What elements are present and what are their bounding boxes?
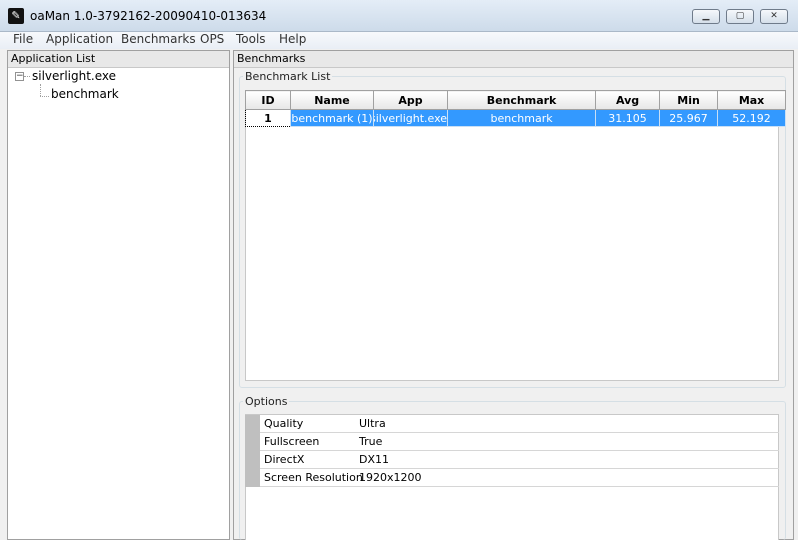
cell-name[interactable]: benchmark (1) xyxy=(290,109,374,127)
column-header-app[interactable]: App xyxy=(372,90,449,110)
row-gutter xyxy=(245,433,260,451)
table-row[interactable]: 1 benchmark (1) silverlight.exe benchmar… xyxy=(245,109,787,127)
cell-app[interactable]: silverlight.exe xyxy=(372,109,449,127)
column-header-max[interactable]: Max xyxy=(717,90,787,110)
option-value[interactable]: 1920x1200 xyxy=(359,471,422,484)
cell-min[interactable]: 25.967 xyxy=(659,109,719,127)
option-value[interactable]: True xyxy=(359,435,382,448)
title-bar: ✎ oaMan 1.0-3792162-20090410-013634 ▁ ▢ … xyxy=(0,0,798,32)
application-list-pane: Application List xyxy=(7,50,230,540)
menu-bar: File Application Benchmarks OPS Tools He… xyxy=(0,32,798,49)
minimize-icon: ▁ xyxy=(702,11,710,21)
column-header-benchmark[interactable]: Benchmark xyxy=(447,90,597,110)
benchmarks-header: Benchmarks xyxy=(234,51,793,68)
tree-connector xyxy=(40,96,49,97)
close-button[interactable]: ✕ xyxy=(760,9,788,24)
application-list-header: Application List xyxy=(8,51,229,68)
option-row-screen-resolution[interactable]: Screen Resolution 1920x1200 xyxy=(245,469,779,487)
menu-benchmarks[interactable]: Benchmarks xyxy=(121,32,196,49)
tree-connector xyxy=(24,76,30,77)
menu-file[interactable]: File xyxy=(13,32,33,49)
app-icon[interactable]: ✎ xyxy=(8,8,24,24)
row-gutter xyxy=(245,415,260,433)
collapse-icon[interactable]: − xyxy=(15,72,24,81)
cell-max[interactable]: 52.192 xyxy=(717,109,787,127)
tree-connector xyxy=(40,84,41,96)
window-title: oaMan 1.0-3792162-20090410-013634 xyxy=(30,9,267,23)
option-name: Screen Resolution xyxy=(264,471,363,484)
benchmark-table-header: ID Name App Benchmark Avg Min Max xyxy=(245,90,787,110)
benchmark-table: ID Name App Benchmark Avg Min Max 1 benc… xyxy=(245,90,787,127)
tree-node-silverlight[interactable]: silverlight.exe xyxy=(32,69,116,83)
menu-application[interactable]: Application xyxy=(46,32,113,49)
options-label: Options xyxy=(243,395,290,408)
option-value[interactable]: Ultra xyxy=(359,417,386,430)
menu-tools[interactable]: Tools xyxy=(236,32,266,49)
cell-avg[interactable]: 31.105 xyxy=(595,109,661,127)
column-header-min[interactable]: Min xyxy=(659,90,719,110)
row-gutter xyxy=(245,469,260,487)
column-header-avg[interactable]: Avg xyxy=(595,90,661,110)
maximize-button[interactable]: ▢ xyxy=(726,9,754,24)
option-name: Quality xyxy=(264,417,304,430)
close-icon: ✕ xyxy=(770,11,778,21)
benchmark-list-label: Benchmark List xyxy=(243,70,333,83)
row-gutter xyxy=(245,451,260,469)
option-row-quality[interactable]: Quality Ultra xyxy=(245,415,779,433)
cell-benchmark[interactable]: benchmark xyxy=(447,109,597,127)
option-row-fullscreen[interactable]: Fullscreen True xyxy=(245,433,779,451)
tree-node-benchmark[interactable]: benchmark xyxy=(51,87,119,101)
maximize-icon: ▢ xyxy=(735,11,745,21)
menu-help[interactable]: Help xyxy=(279,32,306,49)
minimize-button[interactable]: ▁ xyxy=(692,9,720,24)
option-name: Fullscreen xyxy=(264,435,320,448)
column-header-id[interactable]: ID xyxy=(245,90,291,110)
option-name: DirectX xyxy=(264,453,305,466)
benchmark-grid-area[interactable] xyxy=(245,90,779,381)
column-header-name[interactable]: Name xyxy=(290,90,374,110)
option-row-directx[interactable]: DirectX DX11 xyxy=(245,451,779,469)
cell-id[interactable]: 1 xyxy=(245,109,291,127)
menu-ops[interactable]: OPS xyxy=(200,32,224,49)
option-value[interactable]: DX11 xyxy=(359,453,389,466)
